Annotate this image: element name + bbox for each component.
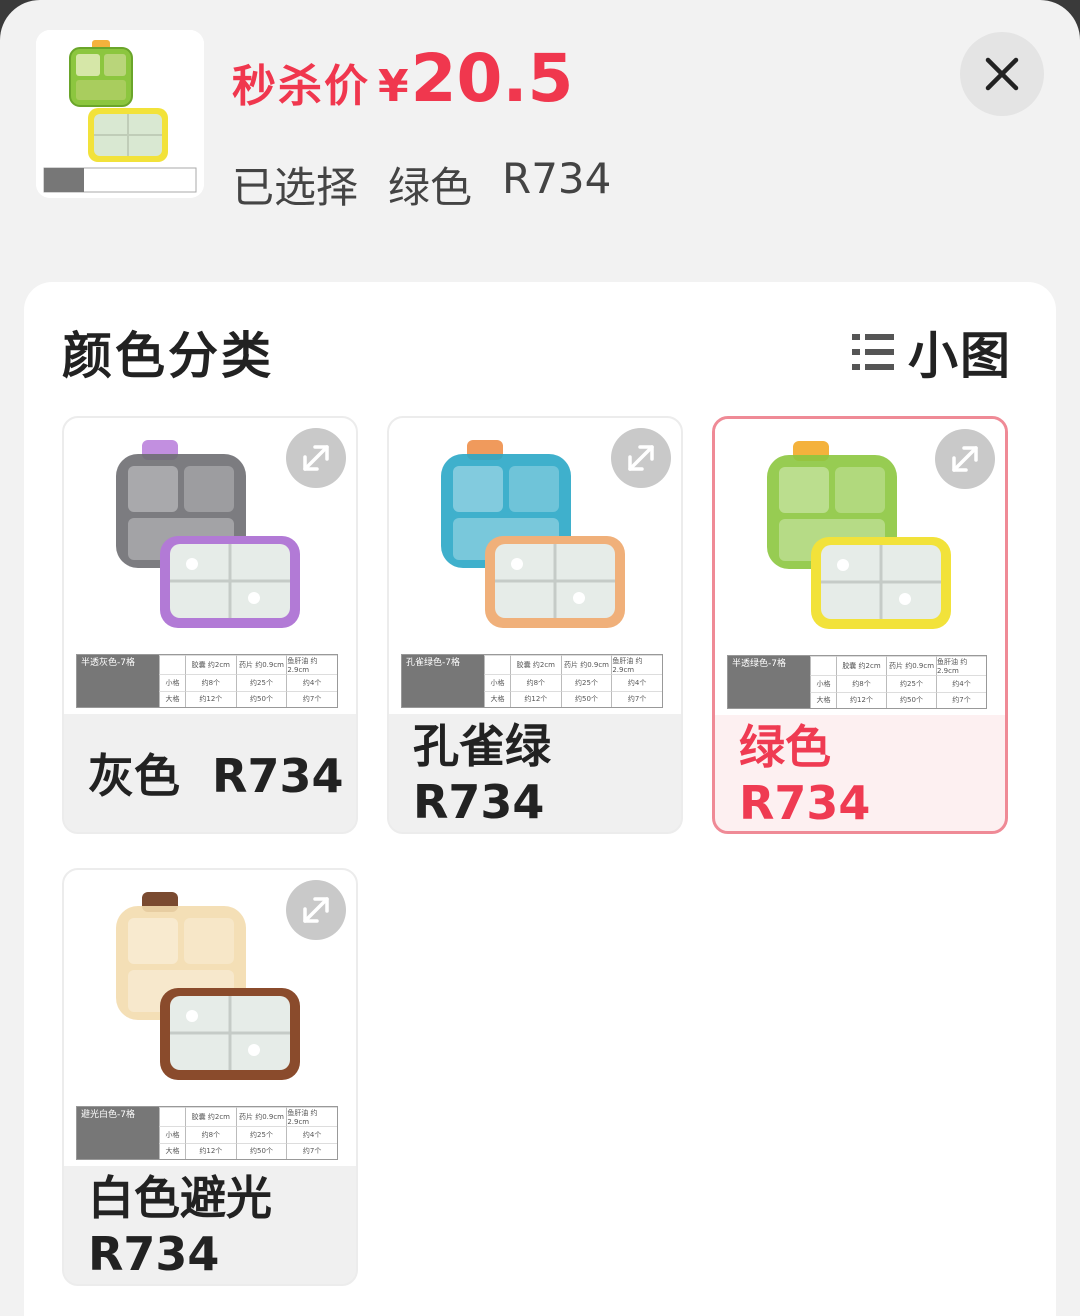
spec-cell: 约25个 [886, 675, 936, 692]
spec-cell: 约8个 [836, 675, 886, 692]
spec-grid: 胶囊 约2cm 药片 约0.9cm 鱼肝油 约2.9cm 小格 约8个 约25个 约4个大格… [484, 655, 662, 707]
spec-title: 半透灰色-7格 [77, 655, 159, 707]
expand-image-button[interactable] [611, 428, 671, 488]
spec-grid: 胶囊 约2cm 药片 约0.9cm 鱼肝油 约2.9cm 小格 约8个 约25个 约4个大格… [810, 656, 986, 708]
spec-title: 避光白色-7格 [77, 1107, 159, 1159]
spec-cell: 约25个 [235, 1126, 287, 1143]
spec-cell: 小格 [810, 675, 836, 692]
spec-cell: 大格 [159, 1142, 185, 1159]
currency-symbol: ¥ [378, 61, 409, 112]
spec-cell: 约4个 [286, 674, 337, 691]
selected-summary: 已选择 绿色 R734 [232, 154, 611, 215]
spec-cell: 约25个 [235, 674, 287, 691]
spec-grid: 胶囊 约2cm 药片 约0.9cm 鱼肝油 约2.9cm 小格 约8个 约25个 约4个大格… [159, 1107, 337, 1159]
spec-cell: 约25个 [560, 674, 612, 691]
spec-cell: 约12个 [185, 1142, 236, 1159]
option-label: 白色避光 R734 [88, 1171, 272, 1281]
spec-grid: 胶囊 约2cm 药片 约0.9cm 鱼肝油 约2.9cm 小格 约8个 约25个 约4个大格… [159, 655, 337, 707]
spec-cell: 药片 约0.9cm [235, 1107, 287, 1126]
color-option-card[interactable]: 避光白色-7格 胶囊 约2cm 药片 约0.9cm 鱼肝油 约2.9cm 小格 约8个 约2… [62, 868, 358, 1286]
spec-cell: 胶囊 约2cm [185, 1107, 236, 1126]
option-label: 孔雀绿 R734 [413, 719, 551, 829]
spec-cell: 约50个 [560, 690, 612, 707]
spec-cell: 约8个 [510, 674, 561, 691]
selected-prefix: 已选择 [232, 163, 359, 212]
view-toggle-label: 小图 [908, 327, 1012, 385]
spec-title: 半透绿色-7格 [728, 656, 810, 708]
price-label: 秒杀价 [232, 61, 370, 112]
spec-cell: 约50个 [886, 691, 936, 708]
spec-table: 半透灰色-7格 胶囊 约2cm 药片 约0.9cm 鱼肝油 约2.9cm 小格 约8个 约2… [76, 654, 338, 708]
expand-icon [952, 446, 978, 472]
list-icon [852, 334, 894, 370]
spec-cell: 约7个 [286, 690, 337, 707]
expand-icon [303, 445, 329, 471]
spec-cell: 鱼肝油 约2.9cm [936, 656, 986, 675]
spec-cell: 大格 [159, 690, 185, 707]
close-button[interactable] [960, 32, 1044, 116]
spec-cell: 约50个 [235, 690, 287, 707]
spec-table: 避光白色-7格 胶囊 约2cm 药片 约0.9cm 鱼肝油 约2.9cm 小格 约8个 约2… [76, 1106, 338, 1160]
selected-model: R734 [502, 154, 612, 203]
spec-cell: 大格 [810, 691, 836, 708]
spec-table: 半透绿色-7格 胶囊 约2cm 药片 约0.9cm 鱼肝油 约2.9cm 小格 约8个 约2… [727, 655, 987, 709]
spec-cell: 胶囊 约2cm [510, 655, 561, 674]
color-option-card[interactable]: 半透绿色-7格 胶囊 约2cm 药片 约0.9cm 鱼肝油 约2.9cm 小格 约8个 约2… [712, 416, 1008, 834]
spec-cell: 约8个 [185, 674, 236, 691]
spec-cell: 约7个 [611, 690, 662, 707]
price-value: 20.5 [410, 40, 574, 117]
spec-cell: 胶囊 约2cm [185, 655, 236, 674]
spec-cell: 约7个 [936, 691, 986, 708]
view-toggle-button[interactable]: 小图 [852, 316, 1012, 388]
spec-cell: 鱼肝油 约2.9cm [611, 655, 662, 674]
flash-sale-price: 秒杀价 ¥ 20.5 [232, 40, 573, 117]
spec-cell: 约50个 [235, 1142, 287, 1159]
spec-cell: 约12个 [185, 690, 236, 707]
expand-icon [628, 445, 654, 471]
expand-image-button[interactable] [935, 429, 995, 489]
spec-cell: 药片 约0.9cm [235, 655, 287, 674]
spec-cell: 药片 约0.9cm [886, 656, 936, 675]
sku-selector-sheet: 秒杀价 ¥ 20.5 已选择 绿色 R734 颜色分类 小图 半透灰色-7格 胶囊… [0, 0, 1080, 1316]
spec-cell: 鱼肝油 约2.9cm [286, 1107, 337, 1126]
spec-cell: 药片 约0.9cm [560, 655, 612, 674]
selected-color: 绿色 [388, 163, 473, 212]
spec-cell [810, 656, 836, 675]
color-option-card[interactable]: 半透灰色-7格 胶囊 约2cm 药片 约0.9cm 鱼肝油 约2.9cm 小格 约8个 约2… [62, 416, 358, 834]
color-option-card[interactable]: 孔雀绿色-7格 胶囊 约2cm 药片 约0.9cm 鱼肝油 约2.9cm 小格 约8个 约2… [387, 416, 683, 834]
spec-cell: 鱼肝油 约2.9cm [286, 655, 337, 674]
expand-icon [303, 897, 329, 923]
spec-cell: 约4个 [611, 674, 662, 691]
spec-title: 孔雀绿色-7格 [402, 655, 484, 707]
spec-cell: 小格 [484, 674, 510, 691]
spec-cell: 约8个 [185, 1126, 236, 1143]
expand-image-button[interactable] [286, 880, 346, 940]
spec-cell: 约12个 [510, 690, 561, 707]
spec-cell: 小格 [159, 1126, 185, 1143]
pill-box-image [36, 30, 204, 198]
spec-cell: 约4个 [286, 1126, 337, 1143]
section-title: 颜色分类 [62, 327, 274, 385]
close-icon [985, 57, 1019, 91]
spec-table: 孔雀绿色-7格 胶囊 约2cm 药片 约0.9cm 鱼肝油 约2.9cm 小格 约8个 约2… [401, 654, 663, 708]
spec-cell: 胶囊 约2cm [836, 656, 886, 675]
spec-cell: 大格 [484, 690, 510, 707]
spec-cell [159, 655, 185, 674]
spec-cell [484, 655, 510, 674]
expand-image-button[interactable] [286, 428, 346, 488]
spec-cell: 约12个 [836, 691, 886, 708]
option-label: 灰色 R734 [88, 749, 344, 803]
spec-cell [159, 1107, 185, 1126]
spec-cell: 约4个 [936, 675, 986, 692]
spec-cell: 约7个 [286, 1142, 337, 1159]
spec-cell: 小格 [159, 674, 185, 691]
selected-product-thumbnail [36, 30, 204, 198]
option-label: 绿色 R734 [739, 720, 871, 830]
